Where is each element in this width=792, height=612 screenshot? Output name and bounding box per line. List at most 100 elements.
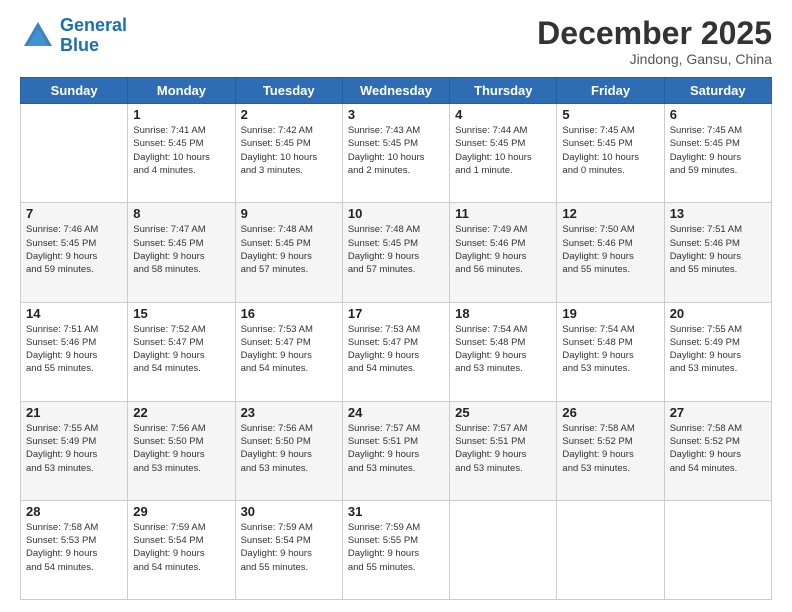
calendar-cell <box>450 500 557 599</box>
day-number: 16 <box>241 306 337 321</box>
calendar-cell: 11 Sunrise: 7:49 AMSunset: 5:46 PMDayligh… <box>450 203 557 302</box>
cell-info: Sunrise: 7:51 AMSunset: 5:46 PMDaylight:… <box>670 223 766 276</box>
cell-info: Sunrise: 7:45 AMSunset: 5:45 PMDaylight:… <box>562 124 658 177</box>
weekday-header-friday: Friday <box>557 78 664 104</box>
calendar-week-1: 1Sunrise: 7:41 AMSunset: 5:45 PMDaylight… <box>21 104 772 203</box>
cell-info: Sunrise: 7:53 AMSunset: 5:47 PMDaylight:… <box>241 323 337 376</box>
cell-info: Sunrise: 7:50 AMSunset: 5:46 PMDaylight:… <box>562 223 658 276</box>
calendar-cell <box>664 500 771 599</box>
cell-info: Sunrise: 7:49 AMSunset: 5:46 PMDaylight:… <box>455 223 551 276</box>
day-number: 28 <box>26 504 122 519</box>
day-number: 27 <box>670 405 766 420</box>
cell-info: Sunrise: 7:53 AMSunset: 5:47 PMDaylight:… <box>348 323 444 376</box>
cell-info: Sunrise: 7:45 AMSunset: 5:45 PMDaylight:… <box>670 124 766 177</box>
logo: General Blue <box>20 16 127 56</box>
cell-info: Sunrise: 7:58 AMSunset: 5:52 PMDaylight:… <box>670 422 766 475</box>
calendar-cell: 24 Sunrise: 7:57 AMSunset: 5:51 PMDayligh… <box>342 401 449 500</box>
day-number: 14 <box>26 306 122 321</box>
weekday-header-saturday: Saturday <box>664 78 771 104</box>
day-number: 19 <box>562 306 658 321</box>
location-subtitle: Jindong, Gansu, China <box>537 51 772 67</box>
calendar-cell: 12Sunrise: 7:50 AMSunset: 5:46 PMDayligh… <box>557 203 664 302</box>
calendar-cell: 28 Sunrise: 7:58 AMSunset: 5:53 PMDayligh… <box>21 500 128 599</box>
day-number: 6 <box>670 107 766 122</box>
cell-info: Sunrise: 7:54 AMSunset: 5:48 PMDaylight:… <box>562 323 658 376</box>
day-number: 1 <box>133 107 229 122</box>
calendar-week-4: 21Sunrise: 7:55 AMSunset: 5:49 PMDayligh… <box>21 401 772 500</box>
day-number: 25 <box>455 405 551 420</box>
calendar-week-5: 28 Sunrise: 7:58 AMSunset: 5:53 PMDayligh… <box>21 500 772 599</box>
calendar-cell: 13 Sunrise: 7:51 AMSunset: 5:46 PMDayligh… <box>664 203 771 302</box>
calendar-cell: 29Sunrise: 7:59 AMSunset: 5:54 PMDayligh… <box>128 500 235 599</box>
cell-info: Sunrise: 7:54 AMSunset: 5:48 PMDaylight:… <box>455 323 551 376</box>
day-number: 3 <box>348 107 444 122</box>
day-number: 2 <box>241 107 337 122</box>
calendar-week-2: 7Sunrise: 7:46 AMSunset: 5:45 PMDaylight… <box>21 203 772 302</box>
day-number: 8 <box>133 206 229 221</box>
day-number: 15 <box>133 306 229 321</box>
day-number: 9 <box>241 206 337 221</box>
calendar-week-3: 14Sunrise: 7:51 AMSunset: 5:46 PMDayligh… <box>21 302 772 401</box>
cell-info: Sunrise: 7:55 AMSunset: 5:49 PMDaylight:… <box>26 422 122 475</box>
cell-info: Sunrise: 7:47 AMSunset: 5:45 PMDaylight:… <box>133 223 229 276</box>
weekday-header-tuesday: Tuesday <box>235 78 342 104</box>
calendar-cell: 22 Sunrise: 7:56 AMSunset: 5:50 PMDayligh… <box>128 401 235 500</box>
calendar-cell: 4 Sunrise: 7:44 AMSunset: 5:45 PMDaylight… <box>450 104 557 203</box>
day-number: 7 <box>26 206 122 221</box>
calendar-cell: 9 Sunrise: 7:48 AMSunset: 5:45 PMDaylight… <box>235 203 342 302</box>
calendar-cell: 19 Sunrise: 7:54 AMSunset: 5:48 PMDayligh… <box>557 302 664 401</box>
day-number: 31 <box>348 504 444 519</box>
day-number: 13 <box>670 206 766 221</box>
calendar-cell <box>21 104 128 203</box>
logo-text: General Blue <box>60 16 127 56</box>
day-number: 30 <box>241 504 337 519</box>
day-number: 17 <box>348 306 444 321</box>
logo-icon <box>20 18 56 54</box>
day-number: 24 <box>348 405 444 420</box>
cell-info: Sunrise: 7:57 AMSunset: 5:51 PMDaylight:… <box>455 422 551 475</box>
cell-info: Sunrise: 7:56 AMSunset: 5:50 PMDaylight:… <box>133 422 229 475</box>
header: General Blue December 2025 Jindong, Gans… <box>20 16 772 67</box>
calendar-cell: 25 Sunrise: 7:57 AMSunset: 5:51 PMDayligh… <box>450 401 557 500</box>
cell-info: Sunrise: 7:44 AMSunset: 5:45 PMDaylight:… <box>455 124 551 177</box>
calendar-cell: 8 Sunrise: 7:47 AMSunset: 5:45 PMDaylight… <box>128 203 235 302</box>
day-number: 22 <box>133 405 229 420</box>
cell-info: Sunrise: 7:58 AMSunset: 5:53 PMDaylight:… <box>26 521 122 574</box>
day-number: 20 <box>670 306 766 321</box>
weekday-header-wednesday: Wednesday <box>342 78 449 104</box>
day-number: 4 <box>455 107 551 122</box>
calendar-cell: 16 Sunrise: 7:53 AMSunset: 5:47 PMDayligh… <box>235 302 342 401</box>
weekday-header-monday: Monday <box>128 78 235 104</box>
cell-info: Sunrise: 7:57 AMSunset: 5:51 PMDaylight:… <box>348 422 444 475</box>
calendar-cell: 7Sunrise: 7:46 AMSunset: 5:45 PMDaylight… <box>21 203 128 302</box>
calendar-cell: 5 Sunrise: 7:45 AMSunset: 5:45 PMDaylight… <box>557 104 664 203</box>
cell-info: Sunrise: 7:59 AMSunset: 5:55 PMDaylight:… <box>348 521 444 574</box>
cell-info: Sunrise: 7:48 AMSunset: 5:45 PMDaylight:… <box>241 223 337 276</box>
calendar-cell: 2 Sunrise: 7:42 AMSunset: 5:45 PMDaylight… <box>235 104 342 203</box>
cell-info: Sunrise: 7:55 AMSunset: 5:49 PMDaylight:… <box>670 323 766 376</box>
logo-line2: Blue <box>60 35 99 55</box>
cell-info: Sunrise: 7:48 AMSunset: 5:45 PMDaylight:… <box>348 223 444 276</box>
calendar-cell: 14Sunrise: 7:51 AMSunset: 5:46 PMDayligh… <box>21 302 128 401</box>
calendar-table: SundayMondayTuesdayWednesdayThursdayFrid… <box>20 77 772 600</box>
calendar-cell: 20 Sunrise: 7:55 AMSunset: 5:49 PMDayligh… <box>664 302 771 401</box>
weekday-header-thursday: Thursday <box>450 78 557 104</box>
cell-info: Sunrise: 7:59 AMSunset: 5:54 PMDaylight:… <box>133 521 229 574</box>
calendar-cell <box>557 500 664 599</box>
weekday-header-row: SundayMondayTuesdayWednesdayThursdayFrid… <box>21 78 772 104</box>
calendar-cell: 27 Sunrise: 7:58 AMSunset: 5:52 PMDayligh… <box>664 401 771 500</box>
day-number: 5 <box>562 107 658 122</box>
calendar-cell: 21Sunrise: 7:55 AMSunset: 5:49 PMDayligh… <box>21 401 128 500</box>
logo-line1: General <box>60 15 127 35</box>
cell-info: Sunrise: 7:43 AMSunset: 5:45 PMDaylight:… <box>348 124 444 177</box>
cell-info: Sunrise: 7:42 AMSunset: 5:45 PMDaylight:… <box>241 124 337 177</box>
page: General Blue December 2025 Jindong, Gans… <box>0 0 792 612</box>
calendar-cell: 18 Sunrise: 7:54 AMSunset: 5:48 PMDayligh… <box>450 302 557 401</box>
day-number: 11 <box>455 206 551 221</box>
calendar-cell: 23Sunrise: 7:56 AMSunset: 5:50 PMDayligh… <box>235 401 342 500</box>
calendar-cell: 17 Sunrise: 7:53 AMSunset: 5:47 PMDayligh… <box>342 302 449 401</box>
calendar-cell: 10 Sunrise: 7:48 AMSunset: 5:45 PMDayligh… <box>342 203 449 302</box>
day-number: 10 <box>348 206 444 221</box>
day-number: 18 <box>455 306 551 321</box>
calendar-cell: 30Sunrise: 7:59 AMSunset: 5:54 PMDayligh… <box>235 500 342 599</box>
